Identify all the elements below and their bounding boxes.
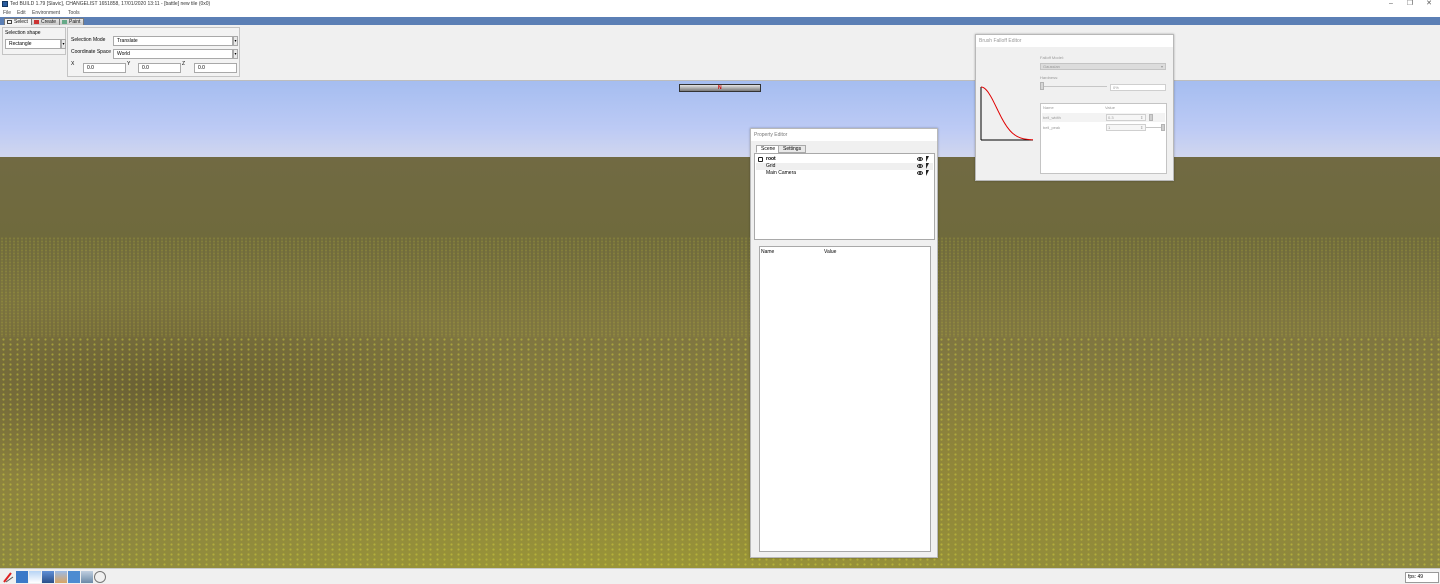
hardness-slider-track[interactable]	[1040, 86, 1107, 87]
app-icon	[2, 1, 8, 7]
x-label: X	[71, 61, 75, 67]
menu-file[interactable]: File	[3, 10, 11, 16]
falloff-curve	[980, 86, 1034, 141]
selection-shape-select[interactable]: Rectangle	[5, 39, 61, 49]
cursor-icon[interactable]	[926, 170, 929, 176]
sky-tool-icon[interactable]	[29, 571, 41, 583]
terrain-tool-icon[interactable]	[55, 571, 67, 583]
column-header-value: Value	[1105, 105, 1115, 110]
layers-icon	[758, 157, 763, 162]
tree-item-root[interactable]: root	[756, 156, 933, 163]
chevron-down-icon[interactable]: ▾	[233, 49, 238, 59]
property-editor-window[interactable]: Property Editor Scene Settings root Grid…	[750, 128, 938, 558]
falloff-model-value: Gaussian	[1043, 64, 1060, 69]
eye-icon[interactable]	[917, 171, 923, 175]
chevron-down-icon: ▾	[1160, 64, 1163, 69]
brush-falloff-editor-window[interactable]: Brush Falloff Editor Falloff Model: Gaus…	[975, 34, 1174, 181]
menu-environment[interactable]: Environment	[32, 10, 60, 16]
tab-settings[interactable]: Settings	[778, 145, 807, 153]
title-bar: Ted BUILD 1.79 [Slavic], CHANGELIST 1651…	[0, 0, 1440, 9]
param-slider[interactable]	[1161, 124, 1165, 131]
brush-tool-icon[interactable]	[3, 571, 15, 583]
menu-bar: File Edit Environment Tools	[0, 9, 1440, 17]
mode-tab-strip: Select Create Paint	[0, 17, 1440, 25]
param-row-bell-width[interactable]: bell_width 0.3 ⇕	[1042, 113, 1165, 122]
grass-texture	[0, 337, 1440, 568]
menu-tools[interactable]: Tools	[68, 10, 80, 16]
paint-icon	[62, 20, 67, 24]
chevron-down-icon[interactable]: ▾	[233, 36, 238, 46]
x-input[interactable]: 0.0	[83, 63, 126, 73]
compass-north-label: N	[718, 85, 722, 91]
eye-icon[interactable]	[917, 157, 923, 161]
cursor-icon[interactable]	[926, 163, 929, 169]
chevron-down-icon[interactable]: ▾	[61, 39, 66, 49]
scene-tree: root Grid Main Camera	[754, 153, 935, 240]
tree-item-grid[interactable]: Grid	[756, 163, 933, 170]
param-name: bell_width	[1043, 115, 1061, 120]
selection-mode-select[interactable]: Translate	[113, 36, 233, 46]
falloff-editor-title: Brush Falloff Editor	[976, 35, 1173, 47]
cursor-icon[interactable]	[926, 156, 929, 162]
status-bar: fps: 49	[0, 568, 1440, 584]
tab-select[interactable]: Select	[4, 18, 32, 25]
tool-options: Selection shape Rectangle ▾ Selection Mo…	[0, 25, 1440, 81]
terrain-ground	[0, 157, 1440, 568]
falloff-curve-graph	[980, 86, 1034, 141]
param-slider[interactable]	[1149, 114, 1153, 121]
spinner-arrows-icon[interactable]: ⇕	[1140, 123, 1143, 132]
maximize-button[interactable]: ❐	[1401, 0, 1419, 9]
menu-edit[interactable]: Edit	[17, 10, 26, 16]
y-input[interactable]: 0.0	[138, 63, 181, 73]
coordinate-space-select[interactable]: World	[113, 49, 233, 59]
create-icon	[34, 20, 39, 24]
falloff-params-grid[interactable]: Name Value bell_width 0.3 ⇕ bell_peak 1 …	[1040, 103, 1167, 174]
falloff-model-select[interactable]: Gaussian ▾	[1040, 63, 1166, 70]
eye-icon[interactable]	[917, 164, 923, 168]
water-tool-icon[interactable]	[16, 571, 28, 583]
minimize-button[interactable]: –	[1382, 0, 1400, 9]
layers-tool-icon[interactable]	[68, 571, 80, 583]
z-input[interactable]: 0.0	[194, 63, 237, 73]
tab-paint[interactable]: Paint	[59, 18, 85, 25]
tree-item-main-camera[interactable]: Main Camera	[756, 170, 933, 177]
settings-tool-icon[interactable]	[94, 571, 106, 583]
column-header-name: Name	[761, 249, 775, 255]
param-name: bell_peak	[1043, 125, 1061, 130]
spinner-arrows-icon[interactable]: ⇕	[1140, 113, 1143, 122]
weather-tool-icon[interactable]	[81, 571, 93, 583]
y-label: Y	[127, 61, 131, 67]
z-label: Z	[182, 61, 186, 67]
window-title: Ted BUILD 1.79 [Slavic], CHANGELIST 1651…	[10, 1, 211, 7]
selection-shape-label: Selection shape	[5, 30, 41, 36]
3d-viewport[interactable]: N	[0, 81, 1440, 568]
hardness-slider-thumb[interactable]	[1040, 82, 1044, 90]
lighting-tool-icon[interactable]	[42, 571, 54, 583]
coordinate-space-label: Coordinate Space	[71, 49, 112, 55]
tab-create[interactable]: Create	[31, 18, 61, 25]
tree-item-label: Grid	[766, 163, 776, 169]
select-icon	[7, 20, 12, 24]
transform-panel: Selection Mode Translate ▾ Coordinate Sp…	[67, 27, 240, 77]
tree-item-label: root	[766, 156, 776, 162]
falloff-model-label: Falloff Model:	[1040, 55, 1064, 60]
property-editor-title: Property Editor	[751, 129, 937, 141]
param-row-bell-peak[interactable]: bell_peak 1 ⇕	[1042, 123, 1165, 132]
column-header-value: Value	[824, 249, 837, 255]
sky	[0, 81, 1440, 159]
grass-texture-far	[0, 237, 1440, 337]
column-header-name: Name	[1043, 105, 1054, 110]
property-grid[interactable]: Name Value	[759, 246, 931, 552]
fps-counter: fps: 49	[1405, 572, 1439, 583]
selection-mode-label: Selection Mode	[71, 37, 106, 43]
hardness-value-field[interactable]: 0%	[1110, 84, 1166, 91]
hardness-label: Hardness:	[1040, 75, 1059, 80]
selection-shape-panel: Selection shape Rectangle ▾	[2, 27, 66, 55]
tab-scene[interactable]: Scene	[756, 145, 781, 153]
close-button[interactable]: ✕	[1420, 0, 1438, 9]
compass-bar: N	[679, 84, 761, 92]
tree-item-label: Main Camera	[766, 170, 797, 176]
